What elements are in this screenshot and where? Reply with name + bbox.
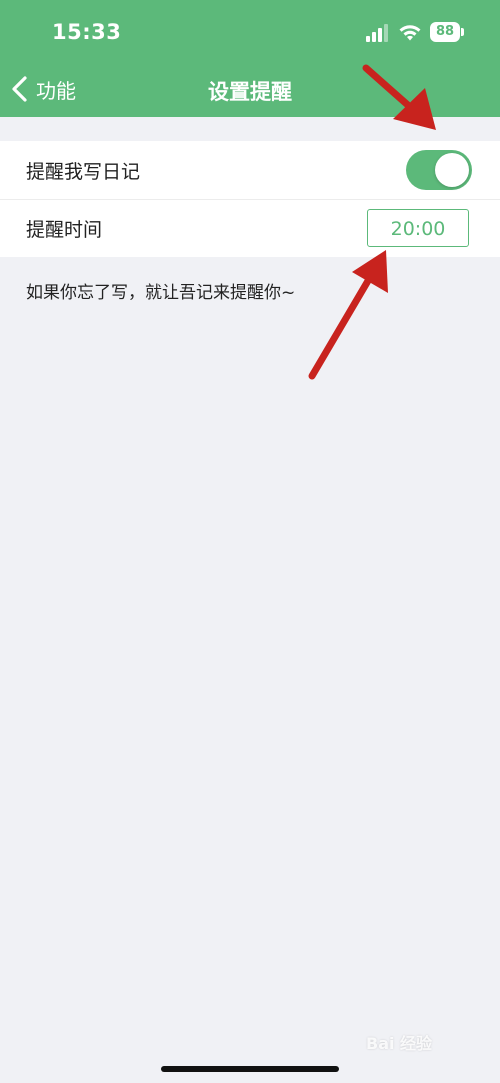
wifi-icon xyxy=(399,25,421,41)
hint-text: 如果你忘了写，就让吾记来提醒你~ xyxy=(26,283,296,303)
app-header: 15:33 88 功能 设置提醒 xyxy=(0,0,500,117)
reminder-time-picker[interactable]: 20:00 xyxy=(367,209,469,247)
nav-bar: 功能 设置提醒 xyxy=(0,64,500,117)
status-bar: 15:33 88 xyxy=(0,0,500,64)
home-indicator xyxy=(161,1066,339,1072)
reminder-toggle-label: 提醒我写日记 xyxy=(26,160,141,183)
watermark: Bai 经验 xyxy=(366,1034,433,1053)
reminder-toggle-row: 提醒我写日记 xyxy=(0,141,500,199)
reminder-time-row: 提醒时间 20:00 xyxy=(0,199,500,257)
page-title: 设置提醒 xyxy=(208,80,292,104)
cellular-signal-icon xyxy=(366,24,388,42)
battery-level: 88 xyxy=(430,22,460,42)
battery-icon: 88 xyxy=(430,22,464,42)
status-time: 15:33 xyxy=(52,20,122,44)
annotation-arrow-time xyxy=(308,250,388,380)
battery-tip xyxy=(461,28,464,36)
settings-group: 提醒我写日记 提醒时间 20:00 xyxy=(0,141,500,257)
reminder-toggle-switch[interactable] xyxy=(406,150,472,190)
toggle-knob xyxy=(435,153,469,187)
reminder-time-label: 提醒时间 xyxy=(26,219,103,241)
